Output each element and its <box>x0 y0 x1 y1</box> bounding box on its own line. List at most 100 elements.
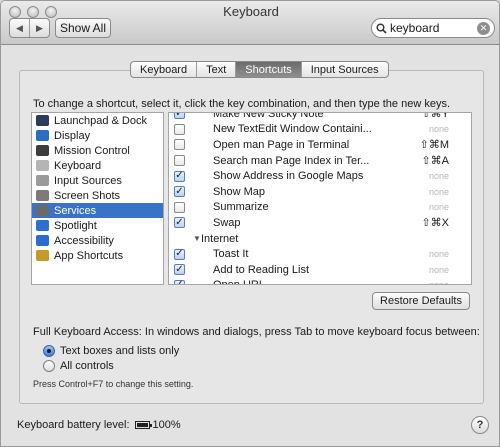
category-label: Keyboard <box>54 159 102 172</box>
shortcut-instructions: To change a shortcut, select it, click t… <box>33 98 451 110</box>
shortcut-label: Show Address in Google Maps <box>213 170 364 183</box>
shortcut-checkbox[interactable]: ✓ <box>174 186 185 198</box>
shortcut-checkbox[interactable] <box>174 139 185 151</box>
radio-button-selected[interactable] <box>43 345 55 357</box>
spotlight-icon <box>36 220 49 231</box>
shortcut-checkbox[interactable]: ✓ <box>174 170 185 182</box>
category-item[interactable]: Mission Control <box>32 143 163 158</box>
shortcut-label: Swap <box>213 216 241 229</box>
shortcut-checkbox[interactable]: ✓ <box>174 279 185 284</box>
shortcut-row[interactable]: ✓ Swap ⇧⌘X <box>169 215 471 231</box>
show-all-button[interactable]: Show All <box>55 18 111 38</box>
shortcut-key[interactable]: ⇧⌘X <box>421 216 449 229</box>
shortcut-checkbox[interactable] <box>174 201 185 213</box>
search-field[interactable]: keyboard ✕ <box>371 18 495 38</box>
chevron-left-icon: ◀ <box>16 22 23 33</box>
display-icon <box>36 130 49 141</box>
shortcut-checkbox[interactable]: ✓ <box>174 217 185 229</box>
input-sources-icon <box>36 175 49 186</box>
shortcut-row[interactable]: Open man Page in Terminal ⇧⌘M <box>169 137 471 153</box>
forward-button[interactable]: ▶ <box>29 19 49 37</box>
tab-shortcuts[interactable]: Shortcuts <box>235 62 301 77</box>
keyboard-preferences-window: Keyboard ◀ ▶ Show All keyboard ✕ Keyboar… <box>0 0 500 447</box>
shortcut-key[interactable]: ⇧⌘Y <box>421 113 449 120</box>
radio-text-boxes-and-lists[interactable]: Text boxes and lists only <box>43 345 179 357</box>
shortcut-checkbox[interactable] <box>174 123 185 135</box>
shortcut-key[interactable]: none <box>429 171 449 181</box>
shortcut-checkbox[interactable]: ✓ <box>174 248 185 260</box>
shortcut-row[interactable]: ✓ Show Address in Google Maps none <box>169 168 471 184</box>
category-label: App Shortcuts <box>54 249 124 262</box>
shortcut-label: Add to Reading List <box>213 263 310 276</box>
shortcut-row[interactable]: ✓ Add to Reading List none <box>169 262 471 278</box>
help-button[interactable]: ? <box>471 416 489 434</box>
category-label: Display <box>54 129 91 142</box>
back-button[interactable]: ◀ <box>10 19 29 37</box>
search-input[interactable]: keyboard <box>390 21 477 35</box>
shortcut-key[interactable]: ⇧⌘M <box>420 138 449 151</box>
keyboard-icon <box>36 160 49 171</box>
battery-icon <box>134 421 152 429</box>
control-f7-hint: Press Control+F7 to change this setting. <box>33 379 194 389</box>
window-title: Keyboard <box>223 4 279 19</box>
shortcut-key[interactable]: none <box>429 187 449 197</box>
shortcut-row[interactable]: ✓ Open URL none <box>169 278 471 284</box>
shortcut-label: Show Map <box>213 185 265 198</box>
battery-label: Keyboard battery level: <box>17 419 130 431</box>
radio-label: Text boxes and lists only <box>60 345 180 357</box>
radio-all-controls[interactable]: All controls <box>43 360 114 372</box>
category-item[interactable]: Keyboard <box>32 158 163 173</box>
shortcut-row[interactable]: Search man Page Index in Ter... ⇧⌘A <box>169 153 471 169</box>
disclosure-triangle-icon[interactable]: ▼ <box>193 234 201 243</box>
shortcut-key[interactable]: ⇧⌘A <box>421 154 449 167</box>
battery-level: 100% <box>152 419 181 431</box>
radio-button[interactable] <box>43 360 55 372</box>
preference-tabs: Keyboard Text Shortcuts Input Sources <box>130 61 389 78</box>
tab-keyboard[interactable]: Keyboard <box>131 62 196 77</box>
shortcut-checkbox[interactable] <box>174 155 185 167</box>
category-item[interactable]: Input Sources <box>32 173 163 188</box>
restore-defaults-button[interactable]: Restore Defaults <box>372 292 470 310</box>
category-item[interactable]: Display <box>32 128 163 143</box>
shortcut-checkbox[interactable]: ✓ <box>174 113 185 120</box>
shortcut-list[interactable]: ✓ Make New Sticky Note ⇧⌘Y New TextEdit Win… <box>168 112 472 285</box>
tab-input-sources[interactable]: Input Sources <box>300 62 388 77</box>
shortcut-row[interactable]: New TextEdit Window Containi... none <box>169 122 471 138</box>
clear-search-icon[interactable]: ✕ <box>477 21 490 35</box>
shortcut-group-row[interactable]: ▼ Internet <box>169 231 471 247</box>
chevron-right-icon: ▶ <box>36 22 43 33</box>
shortcut-row[interactable]: ✓ Show Map none <box>169 184 471 200</box>
category-label: Mission Control <box>54 144 130 157</box>
category-item[interactable]: Launchpad & Dock <box>32 113 163 128</box>
shortcut-key[interactable]: none <box>429 265 449 275</box>
shortcut-row[interactable]: ✓ Toast It none <box>169 246 471 262</box>
shortcut-key[interactable]: none <box>429 202 449 212</box>
shortcut-label: Toast It <box>213 248 249 261</box>
app-shortcuts-icon <box>36 250 49 261</box>
shortcut-label: Summarize <box>213 201 269 214</box>
title-bar: Keyboard ◀ ▶ Show All keyboard ✕ <box>1 1 499 45</box>
category-label: Spotlight <box>54 219 97 232</box>
services-icon <box>36 205 49 216</box>
screenshot-icon <box>36 190 49 201</box>
category-item[interactable]: Spotlight <box>32 218 163 233</box>
shortcut-key[interactable]: none <box>429 249 449 259</box>
shortcut-key[interactable]: none <box>429 280 449 284</box>
category-item[interactable]: Accessibility <box>32 233 163 248</box>
category-item[interactable]: App Shortcuts <box>32 248 163 263</box>
category-label: Input Sources <box>54 174 122 187</box>
shortcut-row[interactable]: Summarize none <box>169 200 471 216</box>
shortcut-row[interactable]: ✓ Make New Sticky Note ⇧⌘Y <box>169 113 471 122</box>
shortcut-key[interactable]: none <box>429 124 449 134</box>
shortcut-checkbox[interactable]: ✓ <box>174 264 185 276</box>
category-item[interactable]: Screen Shots <box>32 188 163 203</box>
tab-text[interactable]: Text <box>196 62 235 77</box>
category-label: Screen Shots <box>54 189 121 202</box>
category-label: Accessibility <box>54 234 114 247</box>
shortcut-label: Open URL <box>213 279 265 284</box>
shortcut-category-list[interactable]: Launchpad & Dock Display Mission Control Ke… <box>31 112 164 285</box>
back-forward-control: ◀ ▶ <box>9 18 50 38</box>
category-item[interactable]: Services <box>32 203 163 218</box>
category-label: Launchpad & Dock <box>54 114 147 127</box>
accessibility-icon <box>36 235 49 246</box>
